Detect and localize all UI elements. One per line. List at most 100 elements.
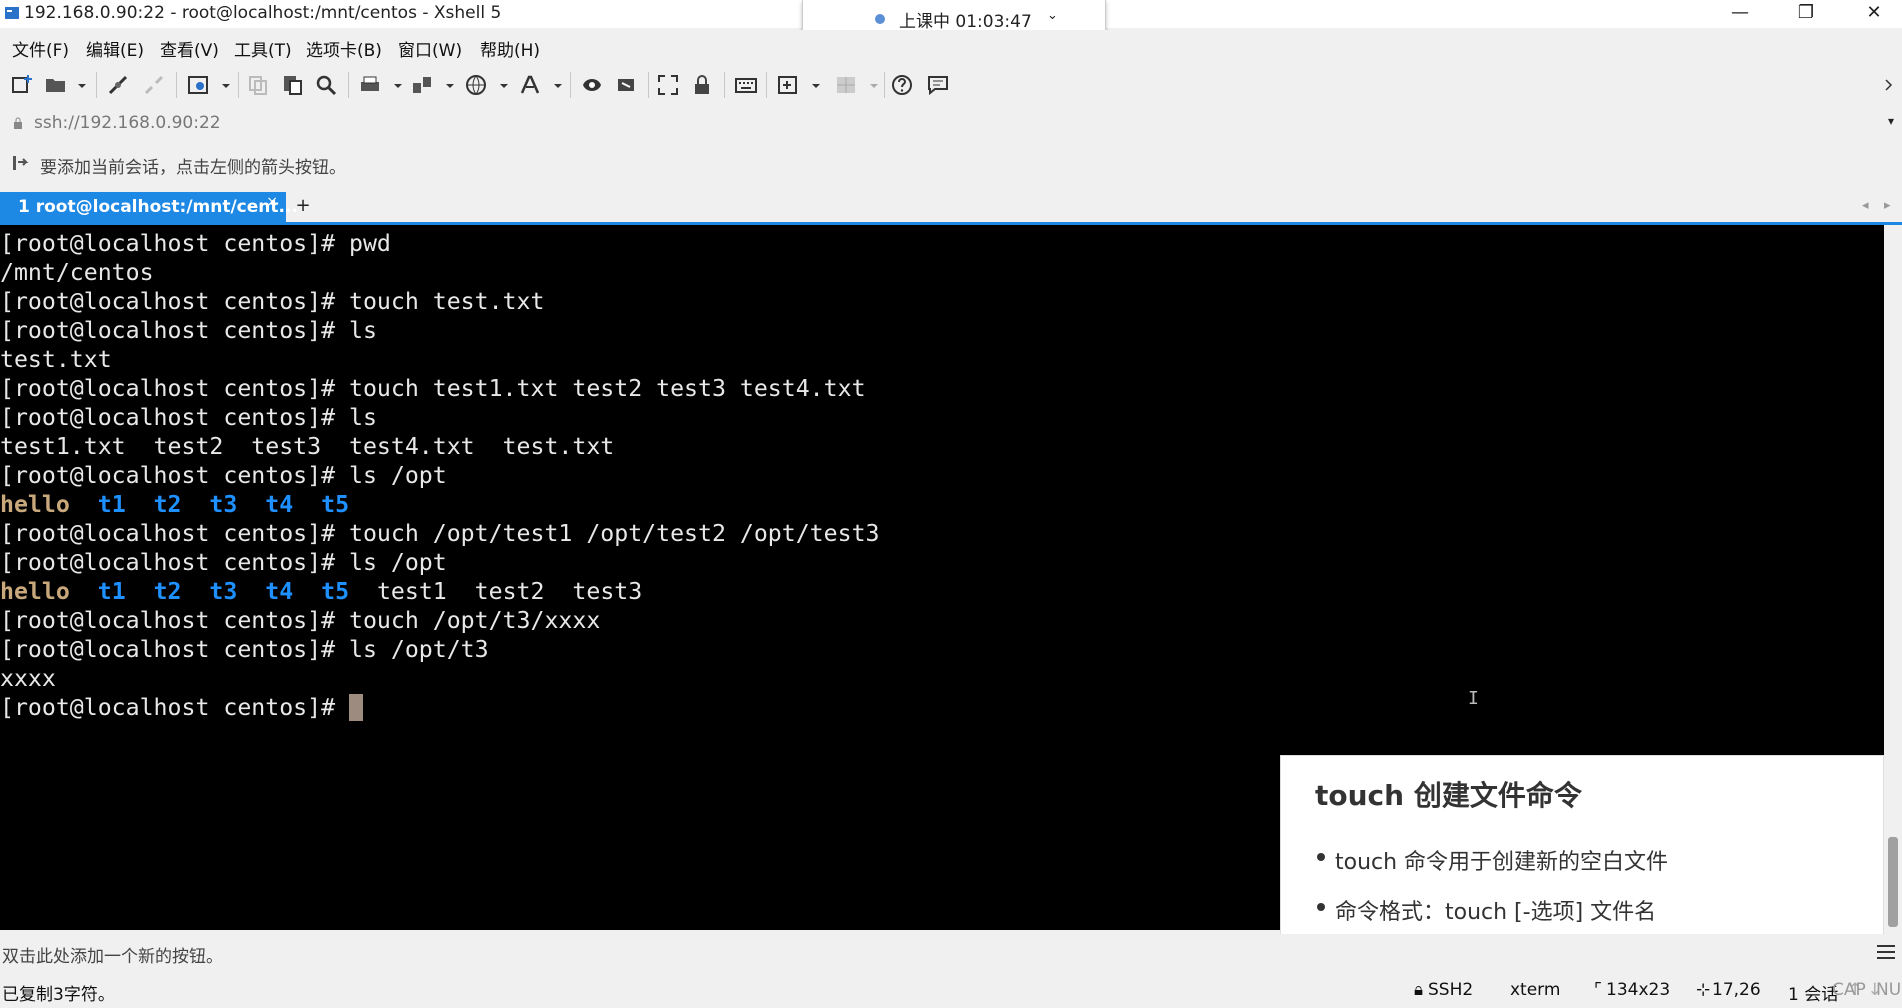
quick-button-bar[interactable]: 双击此处添加一个新的按钮。	[0, 934, 1902, 970]
new-tab-button[interactable]: +	[290, 194, 316, 220]
lesson-slide-overlay: touch 创建文件命令 touch 命令用于创建新的空白文件 命令格式：tou…	[1280, 755, 1884, 935]
chevron-down-icon[interactable]	[546, 73, 562, 97]
menu-window[interactable]: 窗口(W)	[398, 36, 462, 61]
status-bar: 已复制3字符。 🔒︎ SSH2 xterm ⌜ 134x23 ⊹ 17,26 1…	[0, 974, 1902, 1008]
slide-title: touch 创建文件命令	[1315, 779, 1582, 812]
minimize-button[interactable]: —	[1712, 0, 1768, 28]
toolbar-divider	[884, 72, 885, 98]
menu-help[interactable]: 帮助(H)	[480, 36, 540, 61]
toolbar	[0, 64, 1902, 106]
address-bar[interactable]: ssh://192.168.0.90:22 ▾	[0, 108, 1902, 138]
slide-bullet: 命令格式：touch [-选项] 文件名	[1317, 894, 1656, 926]
font-icon[interactable]	[518, 73, 542, 97]
listing-dir: t3	[209, 578, 238, 605]
add-tab-icon[interactable]	[776, 73, 800, 97]
more-icon[interactable]	[1878, 73, 1894, 97]
keyboard-icon[interactable]	[734, 73, 758, 97]
scrollbar-thumb[interactable]	[1888, 837, 1898, 927]
close-button[interactable]: ✕	[1846, 0, 1902, 28]
listing-file: hello	[0, 491, 70, 518]
slide-bullet-text: touch 命令用于创建新的空白文件	[1335, 850, 1669, 875]
xshell-app-icon	[5, 7, 19, 19]
layout-icon[interactable]	[834, 73, 858, 97]
menu-edit[interactable]: 编辑(E)	[86, 36, 144, 61]
text-cursor	[349, 694, 364, 721]
tab-session-1[interactable]: 1 root@localhost:/mnt/cent... ×	[0, 192, 298, 222]
terminal-line: [root@localhost centos]# ls /opt/t3	[0, 636, 489, 663]
terminal-prompt: [root@localhost centos]#	[0, 694, 350, 721]
listing-dir: t1	[97, 491, 126, 518]
chevron-down-icon[interactable]	[70, 73, 86, 97]
tab-bar: 1 root@localhost:/mnt/cent... × + ◂ ▸	[0, 192, 1902, 225]
print-icon[interactable]	[358, 73, 382, 97]
tab-prev-icon[interactable]: ◂	[1862, 198, 1869, 213]
listing-dir: t4	[265, 578, 294, 605]
menu-bar: 文件(F) 编辑(E) 查看(V) 工具(T) 选项卡(B) 窗口(W) 帮助(…	[0, 30, 1902, 62]
listing-dir: t5	[321, 491, 350, 518]
transfer-icon[interactable]	[410, 73, 434, 97]
menu-tools[interactable]: 工具(T)	[234, 36, 292, 61]
menu-file[interactable]: 文件(F)	[12, 36, 69, 61]
xftp-icon[interactable]	[580, 73, 604, 97]
arrow-bookmark-icon[interactable]	[12, 154, 30, 172]
bullet-dot-icon	[1317, 903, 1325, 911]
properties-icon[interactable]	[186, 73, 210, 97]
terminal-prompt-line[interactable]: [root@localhost centos]#	[0, 693, 364, 722]
address-input[interactable]: ssh://192.168.0.90:22	[34, 113, 221, 133]
chevron-down-icon[interactable]	[492, 73, 508, 97]
chevron-down-icon[interactable]: ▾	[1888, 114, 1894, 128]
paste-icon[interactable]	[280, 73, 304, 97]
chevron-down-icon[interactable]	[804, 73, 820, 97]
close-icon[interactable]: ×	[266, 194, 278, 210]
ibeam-cursor-icon: I	[1468, 688, 1479, 709]
new-session-icon[interactable]	[10, 73, 34, 97]
toolbar-divider	[176, 72, 177, 98]
toolbar-divider	[648, 72, 649, 98]
status-num: NU	[1876, 980, 1902, 1000]
terminal-line: [root@localhost centos]# ls /opt	[0, 462, 447, 489]
cursor-position-icon: ⊹	[1696, 980, 1711, 1000]
terminal-scrollbar[interactable]	[1884, 225, 1902, 930]
status-size: 134x23	[1606, 980, 1671, 1000]
chevron-down-icon[interactable]: ⌄	[1047, 8, 1058, 23]
disconnect-icon[interactable]	[142, 73, 166, 97]
copy-icon[interactable]	[246, 73, 270, 97]
maximize-button[interactable]: ❐	[1778, 0, 1834, 28]
lock-icon: 🔒︎	[1414, 980, 1424, 1000]
terminal-line: [root@localhost centos]# ls	[0, 404, 377, 431]
session-hint-bar: 要添加当前会话，点击左侧的箭头按钮。	[0, 148, 1902, 178]
fullscreen-icon[interactable]	[656, 73, 680, 97]
tab-label: 1 root@localhost:/mnt/cent...	[18, 197, 298, 217]
open-folder-icon[interactable]	[44, 73, 68, 97]
hamburger-menu-icon[interactable]	[1876, 944, 1896, 960]
chevron-down-icon[interactable]	[386, 73, 402, 97]
connect-icon[interactable]	[106, 73, 130, 97]
chevron-down-icon[interactable]	[862, 73, 878, 97]
chevron-down-icon[interactable]	[214, 73, 230, 97]
xmanager-icon[interactable]	[614, 73, 638, 97]
status-sessions: 1 会话	[1788, 985, 1839, 1005]
terminal-line: test.txt	[0, 346, 112, 373]
menu-tabs[interactable]: 选项卡(B)	[306, 36, 382, 61]
globe-icon[interactable]	[464, 73, 488, 97]
help-icon[interactable]	[890, 73, 914, 97]
tab-next-icon[interactable]: ▸	[1884, 198, 1891, 213]
slide-bullet: touch 命令用于创建新的空白文件	[1317, 844, 1669, 876]
toolbar-divider	[96, 72, 97, 98]
chevron-down-icon[interactable]	[438, 73, 454, 97]
terminal-line: [root@localhost centos]# touch test.txt	[0, 288, 545, 315]
menu-view[interactable]: 查看(V)	[160, 36, 219, 61]
listing-dir: t2	[153, 578, 182, 605]
toolbar-divider	[570, 72, 571, 98]
terminal-line-opt-listing: hello t1 t2 t3 t4 t5	[0, 490, 349, 519]
listing-dir: t4	[265, 491, 294, 518]
toolbar-divider	[724, 72, 725, 98]
terminal-line: /mnt/centos	[0, 259, 154, 286]
listing-dir: t2	[153, 491, 182, 518]
find-icon[interactable]	[314, 73, 338, 97]
chat-icon[interactable]	[926, 73, 950, 97]
listing-dir: t3	[209, 491, 238, 518]
lock-icon[interactable]	[690, 73, 714, 97]
terminal-line: [root@localhost centos]# touch /opt/test…	[0, 520, 880, 547]
toolbar-divider	[766, 72, 767, 98]
